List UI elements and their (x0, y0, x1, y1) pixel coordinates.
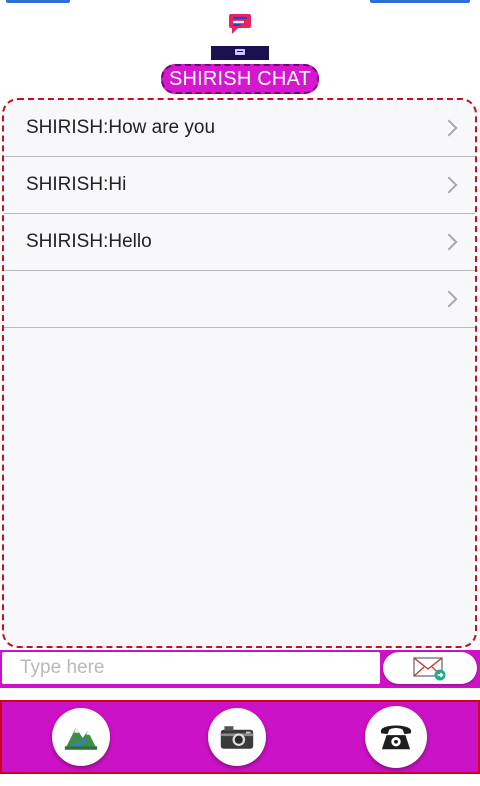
message-composer (0, 650, 480, 688)
phone-icon (380, 725, 412, 750)
list-item[interactable]: SHIRISH:How are you (4, 100, 475, 157)
top-tab-left[interactable] (6, 0, 70, 3)
message-text: SHIRISH:Hello (26, 231, 152, 252)
camera-button[interactable] (208, 708, 266, 766)
list-item[interactable]: SHIRISH:Hi (4, 157, 475, 214)
camera-icon (220, 726, 254, 749)
gallery-button[interactable] (52, 708, 110, 766)
phone-button[interactable] (365, 706, 427, 768)
action-bar (0, 700, 480, 774)
send-button[interactable] (383, 652, 477, 684)
envelope-send-icon (413, 657, 446, 681)
list-item[interactable]: SHIRISH:Hello (4, 214, 475, 271)
mini-chat-icon (235, 49, 245, 55)
message-input[interactable] (2, 652, 380, 684)
bottom-strip (0, 774, 480, 786)
chevron-right-icon (440, 290, 458, 308)
message-text: SHIRISH:Hi (26, 174, 127, 195)
page-title: SHIRISH CHAT (161, 64, 319, 94)
message-text: SHIRISH:How are you (26, 117, 216, 138)
top-tab-right[interactable] (370, 0, 470, 3)
chevron-right-icon (440, 119, 458, 137)
chat-list: SHIRISH:How are you SHIRISH:Hi SHIRISH:H… (2, 98, 477, 648)
chevron-right-icon (440, 233, 458, 251)
gallery-icon (64, 727, 98, 750)
header-banner (211, 46, 269, 60)
chevron-right-icon (440, 176, 458, 194)
chat-logo-icon (228, 12, 252, 38)
list-item[interactable] (4, 271, 475, 328)
